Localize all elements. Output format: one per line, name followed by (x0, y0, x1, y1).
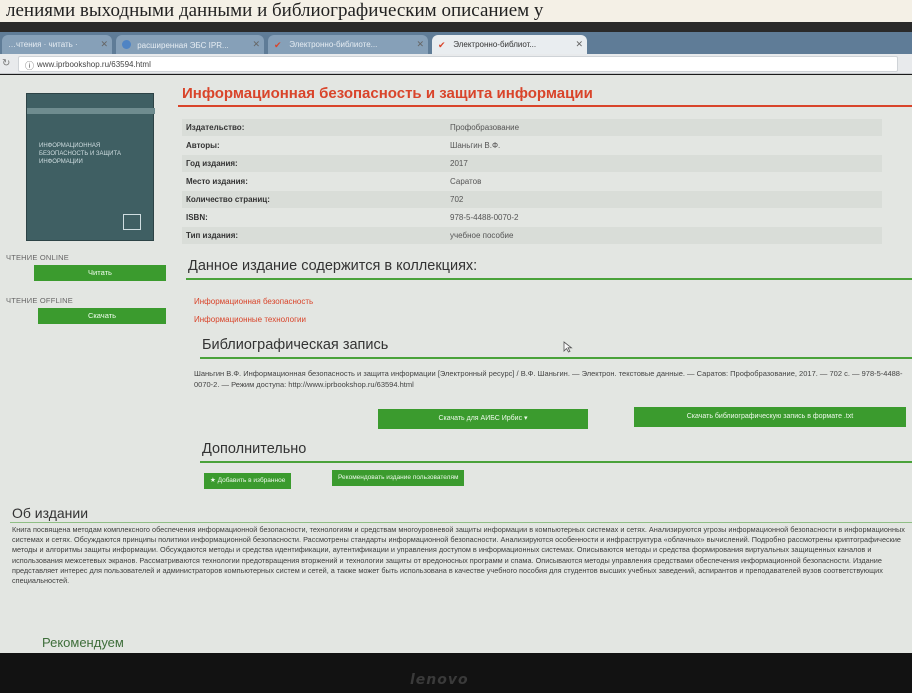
download-txt-button[interactable]: Скачать библиографическую запись в форма… (634, 407, 906, 427)
cover-title: ИНФОРМАЦИОННАЯ БЕЗОПАСНОСТЬ И ЗАЩИТА ИНФ… (39, 143, 121, 165)
close-icon[interactable]: ✕ (416, 39, 424, 50)
photo-caption-text: лениями выходными данными и библиографич… (0, 0, 912, 22)
download-button[interactable]: Скачать (38, 308, 166, 324)
tab-label: Электронно-библиот... (453, 40, 537, 49)
meta-key: Авторы: (186, 141, 220, 150)
collections-divider (186, 278, 912, 280)
collections-heading: Данное издание содержится в коллекциях: (188, 258, 478, 274)
tab-label: …чтения · читать · (8, 40, 78, 49)
tab-label: расширенная ЭБС IPR... (137, 41, 229, 50)
recommend-button[interactable]: Рекомендовать издание пользователям (332, 470, 465, 486)
additional-heading: Дополнительно (202, 441, 307, 457)
meta-row: Издательство: Профобразование (182, 119, 882, 136)
meta-value: учебное пособие (450, 231, 514, 240)
about-divider (10, 522, 912, 523)
meta-row: Место издания: Саратов (182, 173, 882, 190)
address-bar-row: ↻ ⓘ www.iprbookshop.ru/63594.html (0, 54, 912, 74)
collection-link[interactable]: Информационная безопасность (194, 297, 313, 306)
add-to-favorites-button[interactable]: ★ Добавить в избранное (204, 473, 292, 489)
meta-value: Профобразование (450, 123, 520, 132)
cover-band (27, 108, 155, 114)
bibliography-text[interactable]: Шаньгин В.Ф. Информационная безопасность… (194, 368, 912, 390)
reload-icon[interactable]: ↻ (2, 58, 10, 69)
read-button[interactable]: Читать (34, 265, 166, 281)
meta-row: Авторы: Шаньгин В.Ф. (182, 137, 882, 154)
meta-key: Место издания: (186, 177, 248, 186)
book-cover[interactable]: ИНФОРМАЦИОННАЯ БЕЗОПАСНОСТЬ И ЗАЩИТА ИНФ… (26, 93, 155, 241)
browser-tab[interactable]: ✔ Электронно-библиоте... ✕ (268, 35, 428, 54)
meta-key: Тип издания: (186, 231, 239, 240)
meta-key: Год издания: (186, 159, 238, 168)
meta-value: 2017 (450, 159, 468, 168)
online-reading-label: ЧТЕНИЕ ONLINE (6, 253, 69, 262)
meta-value: 978-5-4488-0070-2 (450, 213, 519, 222)
collection-link[interactable]: Информационные технологии (194, 315, 306, 324)
address-bar[interactable]: ⓘ www.iprbookshop.ru/63594.html (18, 56, 898, 72)
url-text[interactable]: www.iprbookshop.ru/63594.html (37, 60, 151, 69)
about-text: Книга посвящена методам комплексного обе… (12, 525, 905, 586)
meta-value: Саратов (450, 177, 482, 186)
close-icon[interactable]: ✕ (252, 39, 260, 50)
bibliography-heading: Библиографическая запись (202, 337, 389, 353)
meta-row: ISBN: 978-5-4488-0070-2 (182, 209, 882, 226)
additional-divider (200, 461, 912, 463)
info-icon[interactable]: ⓘ (25, 59, 34, 72)
meta-value: 702 (450, 195, 464, 204)
mouse-cursor-icon (563, 341, 573, 353)
browser-tab-active[interactable]: ✔ Электронно-библиот... ✕ (432, 35, 587, 54)
lenovo-logo: lenovo (410, 672, 469, 688)
bibliography-divider (200, 357, 912, 359)
meta-value[interactable]: Шаньгин В.Ф. (450, 141, 500, 150)
checkmark-logo-icon: ✔ (274, 40, 282, 50)
meta-row: Количество страниц: 702 (182, 191, 882, 208)
page-content: ИНФОРМАЦИОННАЯ БЕЗОПАСНОСТЬ И ЗАЩИТА ИНФ… (0, 75, 912, 653)
globe-icon (122, 40, 131, 49)
title-divider (178, 105, 912, 107)
about-heading: Об издании (12, 505, 89, 521)
book-emblem-icon (123, 214, 141, 230)
browser-tab-bar: …чтения · читать · ✕ расширенная ЭБС IPR… (0, 32, 912, 54)
recommend-heading: Рекомендуем (42, 635, 124, 650)
meta-key: Издательство: (186, 123, 245, 132)
close-icon[interactable]: ✕ (100, 39, 108, 50)
tab-label: Электронно-библиоте... (289, 40, 378, 49)
browser-tab[interactable]: …чтения · читать · ✕ (2, 35, 112, 54)
meta-key: ISBN: (186, 213, 208, 222)
meta-row: Год издания: 2017 (182, 155, 882, 172)
download-irbis-button[interactable]: Скачать для АИБС Ирбис ▾ (378, 409, 588, 429)
checkmark-logo-icon: ✔ (438, 40, 446, 50)
browser-tab[interactable]: расширенная ЭБС IPR... ✕ (116, 35, 264, 54)
meta-key: Количество страниц: (186, 195, 270, 204)
book-title: Информационная безопасность и защита инф… (182, 85, 593, 102)
offline-reading-label: ЧТЕНИЕ OFFLINE (6, 296, 73, 305)
close-icon[interactable]: ✕ (575, 39, 583, 50)
meta-row: Тип издания: учебное пособие (182, 227, 882, 244)
